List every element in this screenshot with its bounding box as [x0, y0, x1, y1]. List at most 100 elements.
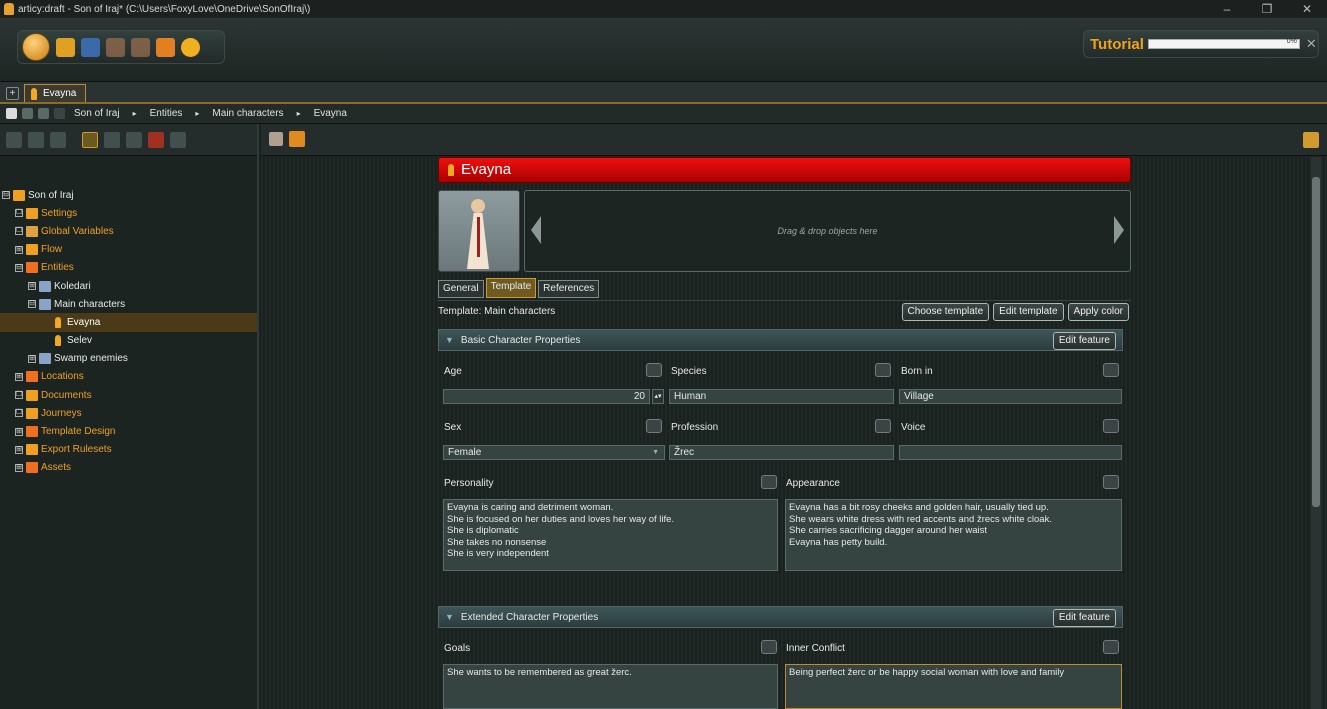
apply-color-button[interactable]: Apply color: [1067, 302, 1129, 321]
expander-icon[interactable]: ☐: [15, 227, 23, 236]
entity-portrait[interactable]: [438, 190, 520, 272]
voice-input[interactable]: [899, 445, 1122, 460]
reset-icon[interactable]: [875, 419, 891, 433]
expander-icon[interactable]: ⊞: [15, 445, 23, 454]
tree-item[interactable]: ☐ Journeys: [0, 404, 257, 422]
reset-icon[interactable]: [1103, 419, 1119, 433]
reset-icon[interactable]: [1103, 475, 1119, 489]
chevron-down-icon[interactable]: ▼: [445, 612, 454, 622]
app-menu-icon[interactable]: [22, 33, 50, 61]
tutorial-close-icon[interactable]: ✕: [1306, 36, 1317, 52]
tree-item[interactable]: ⊟ Main characters: [0, 295, 257, 313]
expander-icon[interactable]: ⊟: [15, 263, 23, 272]
tab-evayna[interactable]: Evayna: [24, 84, 86, 102]
tree-view-icon[interactable]: [82, 131, 98, 148]
tree-item[interactable]: ⊞ Koledari: [0, 277, 257, 295]
previous-icon[interactable]: [531, 216, 541, 244]
tree-item[interactable]: ☐ Global Variables: [0, 222, 257, 240]
tree-item[interactable]: Selev: [0, 332, 257, 350]
back-icon[interactable]: [38, 108, 49, 119]
tree-item[interactable]: Evayna: [0, 313, 257, 332]
tree-item[interactable]: ⊞ Swamp enemies: [0, 350, 257, 368]
tree-item[interactable]: ⊞ Assets: [0, 459, 257, 477]
tree-item[interactable]: ⊞ Export Rulesets: [0, 441, 257, 459]
home-icon[interactable]: [6, 108, 17, 119]
expand-all-icon[interactable]: [6, 131, 22, 148]
history-icon[interactable]: [104, 131, 120, 148]
editor-scrollbar[interactable]: [1311, 157, 1321, 709]
born-in-input[interactable]: Village: [899, 389, 1122, 404]
up-icon[interactable]: [22, 108, 33, 119]
expander-icon[interactable]: ⊟: [2, 191, 10, 200]
profession-input[interactable]: Žrec: [669, 445, 894, 460]
sex-select[interactable]: Female ▼: [443, 445, 665, 460]
species-input[interactable]: Human: [669, 389, 894, 404]
sort-icon[interactable]: [50, 131, 66, 148]
expander-icon[interactable]: ☐: [15, 209, 23, 218]
edit-template-button[interactable]: Edit template: [993, 302, 1064, 321]
redo-icon[interactable]: [131, 37, 150, 57]
expander-icon[interactable]: ⊞: [15, 372, 23, 381]
goals-textarea[interactable]: She wants to be remembered as great žerc…: [443, 664, 778, 709]
attachments-dropzone[interactable]: Drag & drop objects here: [524, 190, 1131, 272]
expander-icon[interactable]: ⊞: [15, 463, 23, 472]
reset-icon[interactable]: [875, 363, 891, 377]
personality-textarea[interactable]: Evayna is caring and detriment woman. Sh…: [443, 499, 778, 571]
chevron-down-icon[interactable]: ▼: [652, 446, 659, 459]
breadcrumb-item[interactable]: Son of Iraj: [74, 108, 120, 119]
tab-template[interactable]: Template: [485, 278, 537, 298]
edit-feature-button[interactable]: Edit feature: [1052, 332, 1116, 350]
edit-feature-button[interactable]: Edit feature: [1052, 609, 1116, 627]
tree-item[interactable]: ⊞ Flow: [0, 241, 257, 259]
warning-icon[interactable]: [148, 131, 164, 148]
expander-icon[interactable]: ⊞: [15, 245, 23, 254]
scrollbar-thumb[interactable]: [1312, 177, 1320, 507]
clipboard-icon[interactable]: [170, 131, 186, 148]
reset-icon[interactable]: [646, 419, 662, 433]
expander-icon[interactable]: ☐: [15, 391, 23, 400]
tree-item[interactable]: ⊞ Template Design: [0, 422, 257, 440]
tree-item[interactable]: ⊟ Entities: [0, 259, 257, 277]
reset-icon[interactable]: [1103, 640, 1119, 654]
new-project-icon[interactable]: [56, 37, 75, 57]
reset-icon[interactable]: [761, 475, 777, 489]
maximize-button[interactable]: ❐: [1247, 0, 1287, 18]
tab-references[interactable]: References: [538, 280, 600, 298]
basic-properties-header[interactable]: ▼ Basic Character Properties Edit featur…: [438, 329, 1123, 351]
open-in-flow-icon[interactable]: [289, 131, 305, 147]
appearance-textarea[interactable]: Evayna has a bit rosy cheeks and golden …: [785, 499, 1122, 571]
age-input[interactable]: 20: [443, 389, 650, 404]
tutorial-panel[interactable]: Tutorial 0% ✕: [1083, 30, 1319, 58]
age-stepper[interactable]: ▴▾: [652, 389, 664, 404]
search-icon[interactable]: [126, 131, 142, 148]
expander-icon[interactable]: ⊞: [28, 354, 36, 363]
expander-icon[interactable]: ☐: [15, 409, 23, 418]
breadcrumb-item[interactable]: Evayna: [314, 108, 347, 119]
tree-item[interactable]: ⊞ Locations: [0, 368, 257, 386]
minimize-button[interactable]: –: [1207, 0, 1247, 18]
tree-item[interactable]: ☐ Documents: [0, 386, 257, 404]
properties-icon[interactable]: [269, 132, 283, 146]
reset-icon[interactable]: [1103, 363, 1119, 377]
undo-icon[interactable]: [106, 37, 125, 57]
close-button[interactable]: ✕: [1287, 0, 1327, 18]
expander-icon[interactable]: ⊞: [28, 282, 36, 291]
extended-properties-header[interactable]: ▼ Extended Character Properties Edit fea…: [438, 606, 1123, 628]
expander-icon[interactable]: ⊟: [28, 300, 36, 309]
expander-icon[interactable]: ⊞: [15, 427, 23, 436]
save-icon[interactable]: [81, 37, 100, 57]
next-icon[interactable]: [1114, 216, 1124, 244]
chevron-down-icon[interactable]: ▼: [445, 335, 454, 345]
mail-icon[interactable]: [156, 37, 175, 57]
breadcrumb-item[interactable]: Entities: [150, 108, 183, 119]
breadcrumb-item[interactable]: Main characters: [212, 108, 283, 119]
choose-template-button[interactable]: Choose template: [901, 302, 990, 321]
entity-name[interactable]: Evayna: [461, 161, 511, 178]
help-icon[interactable]: [181, 37, 200, 57]
new-tab-button[interactable]: +: [6, 87, 19, 100]
tab-general[interactable]: General: [438, 280, 484, 298]
zoom-icon[interactable]: [1303, 132, 1319, 148]
reset-icon[interactable]: [761, 640, 777, 654]
tree-item[interactable]: ⊟ Son of Iraj: [0, 186, 257, 204]
tree-item[interactable]: ☐ Settings: [0, 204, 257, 222]
